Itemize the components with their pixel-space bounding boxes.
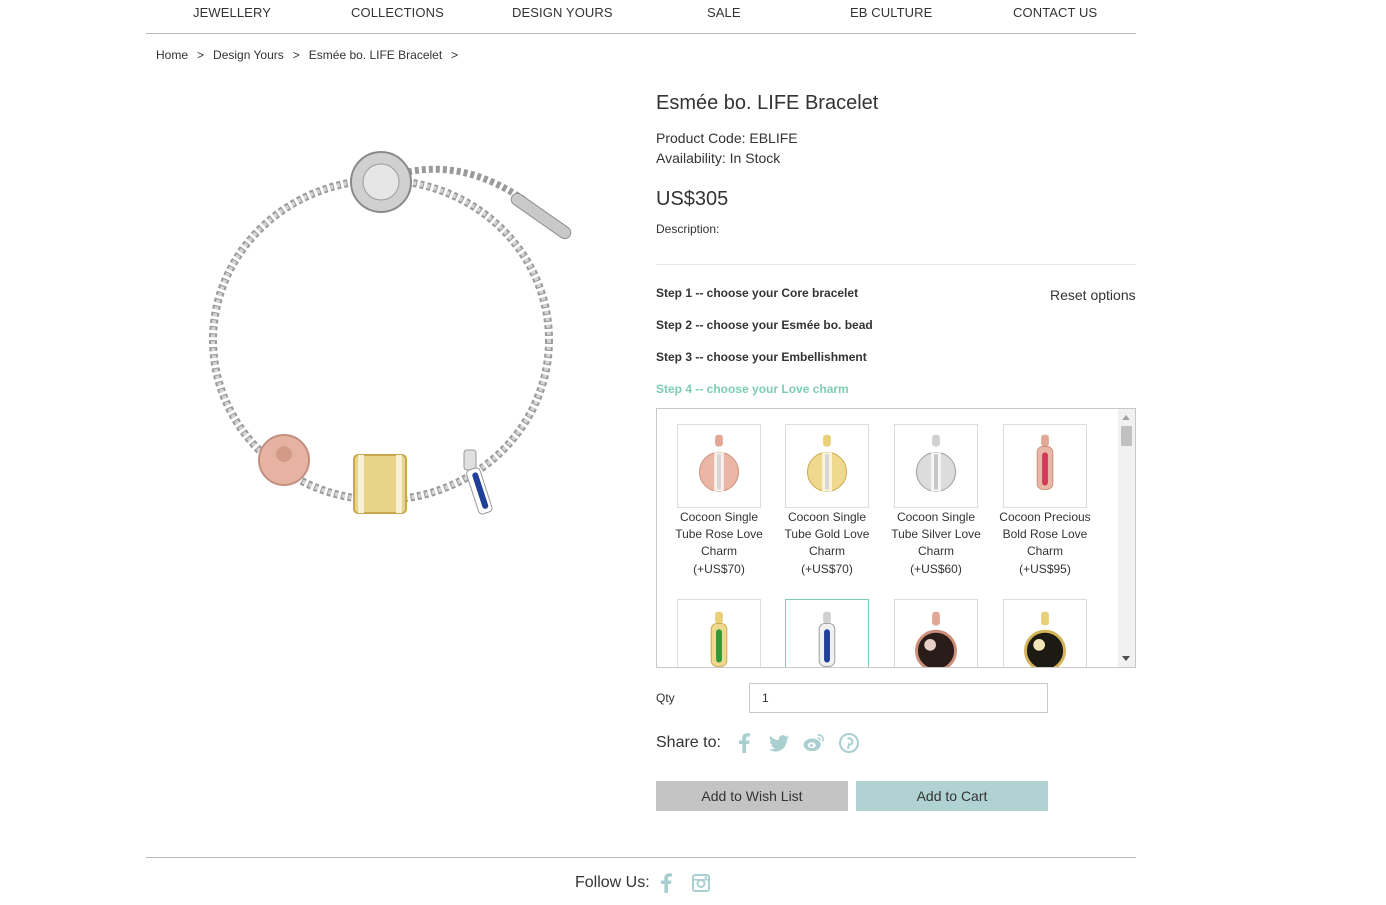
product-price: US$305 xyxy=(656,188,729,210)
breadcrumb-product[interactable]: Esmée bo. LIFE Bracelet xyxy=(309,48,442,62)
breadcrumb-separator: > xyxy=(197,48,205,62)
facebook-icon[interactable] xyxy=(655,872,677,894)
weibo-icon[interactable] xyxy=(803,732,825,754)
step-2-number: Step 2 xyxy=(656,318,693,332)
top-navigation: JEWELLERY COLLECTIONS DESIGN YOURS SALE … xyxy=(146,0,1136,34)
charm-option[interactable] xyxy=(777,599,877,667)
nav-sale[interactable]: SALE xyxy=(707,5,741,20)
silver-tube-charm-icon xyxy=(894,424,978,508)
step-3-label: -- choose your Embellishment xyxy=(692,350,867,364)
ruby-bar-charm-icon xyxy=(1003,424,1087,508)
nav-eb-culture[interactable]: EB CULTURE xyxy=(850,5,932,20)
add-to-wishlist-button[interactable]: Add to Wish List xyxy=(656,781,848,811)
charm-name: Cocoon Single Tube Rose Love Charm xyxy=(675,510,763,558)
product-info: Esmée bo. LIFE Bracelet Product Code: EB… xyxy=(656,92,1136,236)
step-1-number: Step 1 xyxy=(656,286,693,300)
nav-contact-us[interactable]: CONTACT US xyxy=(1013,5,1097,20)
product-image[interactable] xyxy=(146,90,616,560)
charm-option[interactable]: Cocoon Single Tube Rose Love Charm (+US$… xyxy=(669,424,769,578)
charm-name: Cocoon Single Tube Silver Love Charm xyxy=(891,510,981,558)
step-2-label: -- choose your Esmée bo. bead xyxy=(692,318,873,332)
footer-divider xyxy=(146,857,1136,858)
breadcrumb-separator: > xyxy=(451,48,459,62)
step-4-number: Step 4 xyxy=(656,382,693,396)
bracelet-illustration xyxy=(209,151,572,515)
emerald-bar-charm-icon xyxy=(677,599,761,667)
step-4[interactable]: Step 4 -- choose your Love charm xyxy=(656,382,849,396)
breadcrumb-design-yours[interactable]: Design Yours xyxy=(213,48,284,62)
facebook-icon[interactable] xyxy=(733,732,755,754)
scroll-down-arrow-icon[interactable] xyxy=(1122,656,1130,661)
rose-tube-charm-icon xyxy=(677,424,761,508)
gold-onyx-charm-icon xyxy=(1003,599,1087,667)
charm-name: Cocoon Precious Bold Rose Love Charm xyxy=(999,510,1091,558)
charm-option[interactable]: Cocoon Precious Bold Rose Love Charm (+U… xyxy=(995,424,1095,578)
step-1-label: -- choose your Core bracelet xyxy=(692,286,859,300)
charm-option[interactable] xyxy=(886,599,986,667)
share-icons xyxy=(733,732,860,754)
product-availability: Availability: In Stock xyxy=(656,150,781,166)
step-2[interactable]: Step 2 -- choose your Esmée bo. bead xyxy=(656,318,873,332)
charm-option[interactable]: Cocoon Single Tube Gold Love Charm (+US$… xyxy=(777,424,877,578)
follow-us-label: Follow Us: xyxy=(575,874,650,891)
charm-option[interactable] xyxy=(995,599,1095,667)
breadcrumb-home[interactable]: Home xyxy=(156,48,188,62)
twitter-icon[interactable] xyxy=(768,732,790,754)
follow-icons xyxy=(655,872,712,894)
rose-onyx-charm-icon xyxy=(894,599,978,667)
breadcrumb: Home > Design Yours > Esmée bo. LIFE Bracele… xyxy=(156,48,467,62)
charm-option[interactable]: Cocoon Single Tube Silver Love Charm (+U… xyxy=(886,424,986,578)
charm-price: (+US$60) xyxy=(910,562,962,576)
gold-tube-charm-icon xyxy=(785,424,869,508)
qty-input[interactable]: 1 xyxy=(749,683,1048,713)
product-title: Esmée bo. LIFE Bracelet xyxy=(656,92,879,114)
divider xyxy=(656,264,1136,265)
description-label: Description: xyxy=(656,222,720,236)
charm-name: Cocoon Single Tube Gold Love Charm xyxy=(784,510,870,558)
step-4-label: -- choose your Love charm xyxy=(692,382,849,396)
product-code: Product Code: EBLIFE xyxy=(656,130,798,146)
nav-design-yours[interactable]: DESIGN YOURS xyxy=(512,5,613,20)
share-label: Share to: xyxy=(656,734,721,751)
step-1[interactable]: Step 1 -- choose your Core bracelet xyxy=(656,286,858,300)
charm-price: (+US$70) xyxy=(693,562,745,576)
charm-option[interactable] xyxy=(669,599,769,667)
add-to-cart-button[interactable]: Add to Cart xyxy=(856,781,1048,811)
breadcrumb-separator: > xyxy=(292,48,300,62)
charm-selector[interactable]: Cocoon Single Tube Rose Love Charm (+US$… xyxy=(656,408,1136,668)
nav-collections[interactable]: COLLECTIONS xyxy=(351,5,444,20)
step-3-number: Step 3 xyxy=(656,350,693,364)
pinterest-icon[interactable] xyxy=(838,732,860,754)
instagram-icon[interactable] xyxy=(690,872,712,894)
reset-options-link[interactable]: Reset options xyxy=(1050,287,1136,303)
step-3[interactable]: Step 3 -- choose your Embellishment xyxy=(656,350,867,364)
scroll-thumb[interactable] xyxy=(1121,426,1132,446)
charm-price: (+US$95) xyxy=(1019,562,1071,576)
nav-jewellery[interactable]: JEWELLERY xyxy=(193,5,271,20)
scroll-up-arrow-icon[interactable] xyxy=(1122,415,1130,420)
charm-price: (+US$70) xyxy=(801,562,853,576)
qty-label: Qty xyxy=(656,691,675,705)
sapphire-bar-charm-icon xyxy=(785,599,869,667)
charm-scrollbar[interactable] xyxy=(1118,409,1135,667)
